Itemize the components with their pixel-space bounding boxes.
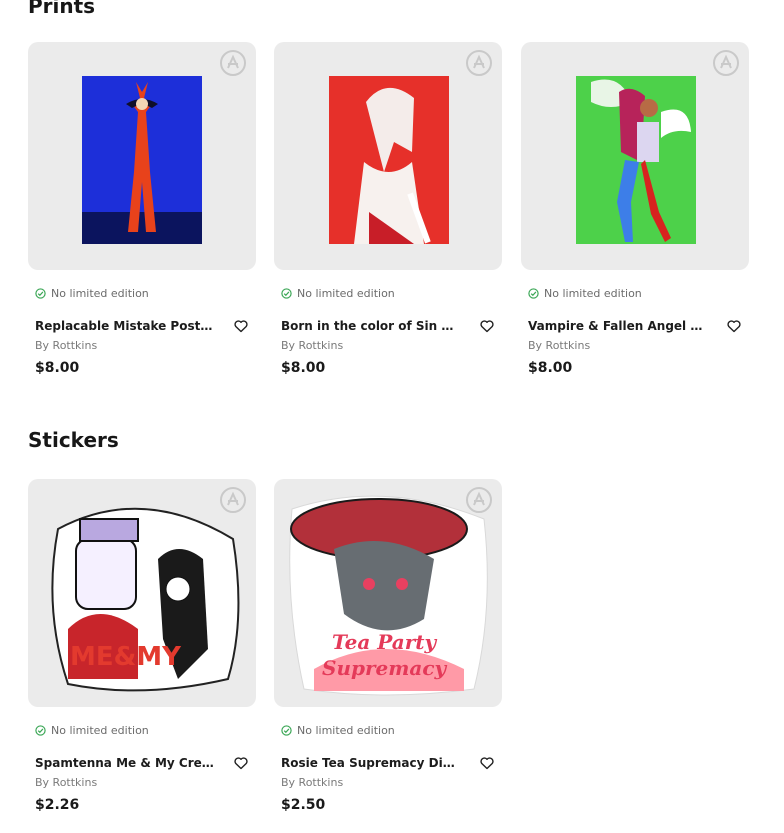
product-card[interactable]: No limited edition Replacable Mistake Po… (28, 42, 256, 392)
ar-badge-icon (220, 487, 246, 513)
product-author[interactable]: By Rottkins (35, 339, 97, 352)
product-card[interactable]: Tea Party Supremacy No limited edition R… (274, 479, 502, 829)
title-row: Replacable Mistake Poster Print (35, 318, 249, 334)
stickers-grid: ME&MY No limited edition Spamtenna Me & … (28, 479, 758, 833)
product-title[interactable]: Rosie Tea Supremacy Die Cut Sticker (281, 756, 461, 770)
product-price: $8.00 (35, 360, 80, 376)
product-author[interactable]: By Rottkins (35, 776, 97, 789)
edition-label: No limited edition (51, 287, 149, 300)
shop-page: Prints No limited edition Replacable Mis… (0, 0, 784, 833)
heart-icon[interactable] (233, 318, 249, 334)
product-title[interactable]: Spamtenna Me & My Creature Sticker (35, 756, 215, 770)
check-circle-icon (35, 725, 46, 736)
product-thumbnail[interactable]: ME&MY (28, 479, 256, 707)
product-title[interactable]: Born in the color of Sin Poster Print (281, 319, 461, 333)
product-author[interactable]: By Rottkins (281, 339, 343, 352)
product-card[interactable]: No limited edition Vampire & Fallen Ange… (521, 42, 749, 392)
edition-info: No limited edition (528, 287, 642, 300)
product-thumbnail[interactable]: Tea Party Supremacy (274, 479, 502, 707)
product-price: $8.00 (281, 360, 326, 376)
check-circle-icon (35, 288, 46, 299)
section-title-stickers: Stickers (28, 428, 119, 452)
product-thumbnail[interactable] (28, 42, 256, 270)
svg-text:ME&MY: ME&MY (70, 642, 182, 672)
heart-icon[interactable] (726, 318, 742, 334)
title-row: Rosie Tea Supremacy Die Cut Sticker (281, 755, 495, 771)
edition-label: No limited edition (297, 724, 395, 737)
product-card[interactable]: ME&MY No limited edition Spamtenna Me & … (28, 479, 256, 829)
product-thumbnail[interactable] (521, 42, 749, 270)
svg-text:Tea Party: Tea Party (332, 630, 437, 654)
edition-label: No limited edition (51, 724, 149, 737)
ar-badge-icon (466, 50, 492, 76)
edition-info: No limited edition (281, 724, 395, 737)
check-circle-icon (281, 288, 292, 299)
section-title-prints: Prints (28, 0, 96, 18)
edition-info: No limited edition (35, 724, 149, 737)
heart-icon[interactable] (479, 318, 495, 334)
ar-badge-icon (713, 50, 739, 76)
product-price: $2.26 (35, 797, 80, 813)
heart-icon[interactable] (479, 755, 495, 771)
edition-label: No limited edition (297, 287, 395, 300)
title-row: Vampire & Fallen Angel Persona Print (528, 318, 742, 334)
product-title[interactable]: Vampire & Fallen Angel Persona Print (528, 319, 708, 333)
product-card[interactable]: No limited edition Born in the color of … (274, 42, 502, 392)
prints-grid: No limited edition Replacable Mistake Po… (28, 42, 758, 402)
check-circle-icon (528, 288, 539, 299)
product-title[interactable]: Replacable Mistake Poster Print (35, 319, 215, 333)
edition-info: No limited edition (281, 287, 395, 300)
product-price: $8.00 (528, 360, 573, 376)
check-circle-icon (281, 725, 292, 736)
edition-info: No limited edition (35, 287, 149, 300)
product-price: $2.50 (281, 797, 326, 813)
ar-badge-icon (220, 50, 246, 76)
svg-text:Supremacy: Supremacy (322, 656, 448, 680)
product-author[interactable]: By Rottkins (528, 339, 590, 352)
title-row: Born in the color of Sin Poster Print (281, 318, 495, 334)
edition-label: No limited edition (544, 287, 642, 300)
product-thumbnail[interactable] (274, 42, 502, 270)
ar-badge-icon (466, 487, 492, 513)
title-row: Spamtenna Me & My Creature Sticker (35, 755, 249, 771)
heart-icon[interactable] (233, 755, 249, 771)
product-author[interactable]: By Rottkins (281, 776, 343, 789)
